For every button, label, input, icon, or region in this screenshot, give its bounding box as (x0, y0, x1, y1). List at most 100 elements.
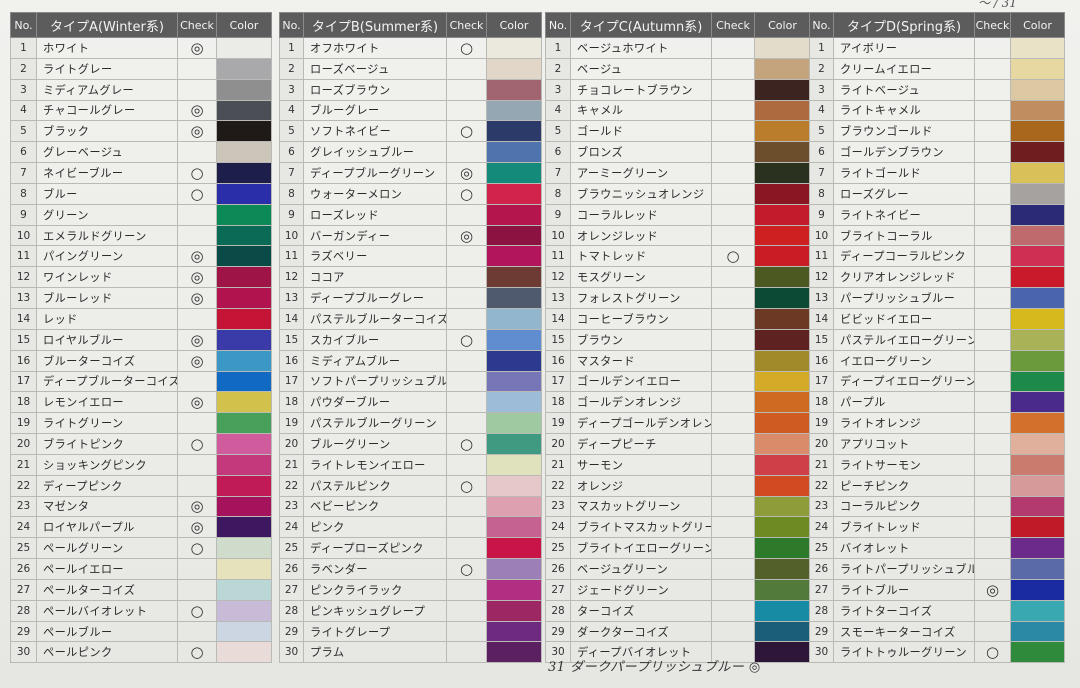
color-row: 10 エメラルドグリーン (10, 224, 272, 247)
check-mark: ◎ (177, 516, 217, 539)
row-number: 9 (279, 203, 304, 226)
color-swatch (216, 162, 272, 184)
color-swatch (486, 203, 542, 226)
color-name: コーラルレッド (570, 203, 712, 226)
color-swatch (216, 120, 272, 143)
color-swatch (216, 141, 272, 164)
color-swatch (1010, 182, 1065, 205)
row-number: 5 (809, 120, 834, 143)
color-swatch (1010, 433, 1065, 455)
color-name: ライトゴールド (833, 162, 975, 184)
color-row: 16 イエローグリーン (809, 349, 1065, 372)
row-number: 28 (279, 599, 304, 622)
row-number: 20 (279, 433, 304, 455)
row-number: 27 (279, 578, 304, 601)
row-number: 8 (545, 182, 571, 205)
check-mark: ○ (446, 120, 487, 143)
color-name: バーガンディー (303, 224, 447, 247)
row-number: 19 (279, 412, 304, 435)
color-name: ディープイエローグリーン (833, 370, 975, 393)
color-swatch (1010, 307, 1065, 330)
color-swatch (216, 474, 272, 497)
color-row: 2 クリームイエロー (809, 57, 1065, 80)
color-name: ベージュ (570, 57, 712, 80)
check-mark: ○ (177, 182, 217, 205)
color-name: クリアオレンジレッド (833, 266, 975, 289)
row-number: 7 (545, 162, 571, 184)
row-number: 26 (809, 558, 834, 580)
color-row: 23 マゼンタ ◎ (10, 495, 272, 518)
check-mark (711, 57, 755, 80)
row-number: 27 (809, 578, 834, 601)
row-number: 4 (279, 99, 304, 122)
color-swatch (754, 328, 811, 351)
check-mark: ◎ (974, 578, 1011, 601)
row-number: 6 (10, 141, 37, 164)
color-name: クリームイエロー (833, 57, 975, 80)
color-name: パープリッシュブルー (833, 287, 975, 309)
check-mark (446, 349, 487, 372)
color-row: 19 ライトオレンジ (809, 412, 1065, 435)
color-swatch (1010, 558, 1065, 580)
color-name: トマトレッド (570, 245, 712, 268)
color-swatch (1010, 641, 1065, 664)
color-swatch (754, 578, 811, 601)
column-header-no: No. (279, 12, 304, 38)
color-row: 8 ローズグレー (809, 182, 1065, 205)
color-name: ショッキングピンク (36, 453, 178, 476)
check-mark (711, 412, 755, 435)
row-number: 2 (545, 57, 571, 80)
row-number: 7 (10, 162, 37, 184)
color-name: ペールターコイズ (36, 578, 178, 601)
color-swatch (1010, 245, 1065, 268)
color-swatch (1010, 474, 1065, 497)
color-name: ブライトマスカットグリーン (570, 516, 712, 539)
color-row: 11 ディープコーラルピンク (809, 245, 1065, 268)
row-number: 6 (279, 141, 304, 164)
check-mark (446, 391, 487, 414)
color-name: ローズベージュ (303, 57, 447, 80)
color-swatch (1010, 620, 1065, 643)
color-swatch (486, 328, 542, 351)
color-name: パステルブルーターコイズ (303, 307, 447, 330)
row-number: 1 (809, 37, 834, 59)
row-number: 9 (545, 203, 571, 226)
row-number: 24 (545, 516, 571, 539)
row-number: 30 (809, 641, 834, 664)
row-number: 15 (809, 328, 834, 351)
color-swatch (1010, 203, 1065, 226)
row-number: 26 (545, 558, 571, 580)
color-row: 19 パステルブルーグリーン (279, 412, 542, 435)
color-row: 13 ディープブルーグレー (279, 287, 542, 309)
color-row: 4 ブルーグレー (279, 99, 542, 122)
color-row: 22 オレンジ (545, 474, 811, 497)
check-mark (446, 78, 487, 101)
color-row: 3 ライトベージュ (809, 78, 1065, 101)
color-swatch (486, 162, 542, 184)
column-header-check: Check (446, 12, 487, 38)
check-mark (974, 391, 1011, 414)
row-number: 4 (809, 99, 834, 122)
color-swatch (216, 391, 272, 414)
row-number: 22 (10, 474, 37, 497)
color-name: ライトトゥルーグリーン (833, 641, 975, 664)
row-number: 11 (545, 245, 571, 268)
check-mark: ○ (711, 245, 755, 268)
color-chart-sheet: 〜 / 31 No. タイプA(Winter系) Check Color 1 ホワイト ◎ 2… (0, 0, 1080, 688)
check-mark: ◎ (177, 99, 217, 122)
color-name: ブラウニッシュオレンジ (570, 182, 712, 205)
color-row: 22 ディープピンク (10, 474, 272, 497)
row-number: 15 (279, 328, 304, 351)
row-number: 16 (10, 349, 37, 372)
row-number: 7 (279, 162, 304, 184)
color-name: ブルーグリーン (303, 433, 447, 455)
row-number: 19 (545, 412, 571, 435)
row-number: 18 (545, 391, 571, 414)
color-row: 21 ライトサーモン (809, 453, 1065, 476)
color-row: 4 チャコールグレー ◎ (10, 99, 272, 122)
check-mark (446, 287, 487, 309)
color-row: 22 パステルピンク ○ (279, 474, 542, 497)
color-row: 10 ブライトコーラル (809, 224, 1065, 247)
row-number: 2 (10, 57, 37, 80)
color-row: 30 プラム (279, 641, 542, 664)
